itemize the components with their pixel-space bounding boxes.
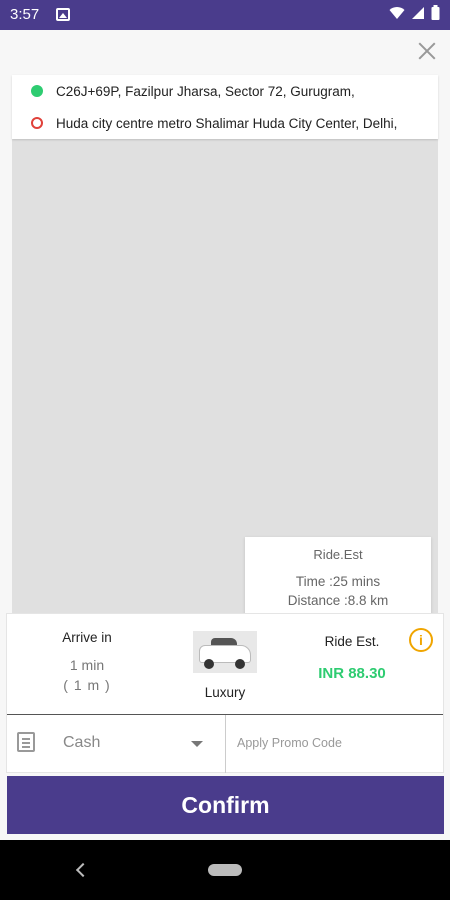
- status-time: 3:57: [10, 6, 40, 23]
- divider: [225, 715, 226, 773]
- fare-estimate-label: Ride Est.: [324, 634, 380, 649]
- confirm-button[interactable]: Confirm: [7, 776, 444, 834]
- image-icon: [56, 8, 70, 21]
- arrive-info: Arrive in 1 min ( 1 m ): [37, 614, 137, 714]
- drop-row[interactable]: Huda city centre metro Shalimar Huda Cit…: [12, 107, 438, 139]
- map-view[interactable]: C26J+69P, Fazilpur Jharsa, Sector 72, Gu…: [12, 75, 438, 631]
- fare-estimate: Ride Est. INR 88.30: [297, 614, 407, 714]
- pickup-address: C26J+69P, Fazilpur Jharsa, Sector 72, Gu…: [56, 83, 355, 99]
- status-icons: [389, 5, 440, 20]
- battery-icon: [431, 5, 440, 20]
- signal-icon: [412, 6, 424, 19]
- close-icon[interactable]: [416, 40, 438, 62]
- home-icon[interactable]: [208, 864, 242, 876]
- fare-estimate-value: INR 88.30: [318, 665, 386, 682]
- ride-estimate-box: Ride.Est Time :25 mins Distance :8.8 km: [245, 537, 431, 623]
- car-type-option[interactable]: Luxury: [175, 614, 275, 714]
- booking-card: Arrive in 1 min ( 1 m ) Luxury Ride Est.…: [6, 613, 444, 773]
- ride-estimate-distance: Distance :8.8 km: [287, 593, 389, 608]
- payment-method-select[interactable]: Cash: [63, 734, 100, 752]
- pickup-dot-icon: [31, 85, 43, 97]
- pickup-row[interactable]: C26J+69P, Fazilpur Jharsa, Sector 72, Gu…: [12, 75, 438, 107]
- wifi-icon: [389, 6, 405, 19]
- car-type-label: Luxury: [204, 685, 246, 700]
- navigation-bar: [0, 840, 450, 900]
- back-icon[interactable]: [75, 862, 91, 878]
- booking-page: C26J+69P, Fazilpur Jharsa, Sector 72, Gu…: [0, 30, 450, 840]
- ride-estimate-time: Time :25 mins: [295, 574, 381, 589]
- car-image: [193, 631, 257, 673]
- chevron-down-icon[interactable]: [191, 741, 203, 747]
- ride-estimate-title: Ride.Est: [313, 547, 363, 562]
- promo-code-input[interactable]: [237, 731, 427, 755]
- route-address-box: C26J+69P, Fazilpur Jharsa, Sector 72, Gu…: [12, 75, 438, 139]
- car-wheel: [235, 659, 245, 669]
- status-bar: 3:57: [0, 0, 450, 30]
- receipt-icon: [17, 732, 35, 752]
- info-icon[interactable]: i: [409, 628, 433, 652]
- arrive-meters: ( 1 m ): [63, 677, 111, 693]
- arrive-label: Arrive in: [62, 630, 112, 645]
- payment-row: Cash: [7, 714, 443, 773]
- car-wheel: [204, 659, 214, 669]
- arrive-minutes: 1 min: [69, 657, 105, 673]
- drop-address: Huda city centre metro Shalimar Huda Cit…: [56, 115, 398, 131]
- drop-dot-icon: [31, 117, 43, 129]
